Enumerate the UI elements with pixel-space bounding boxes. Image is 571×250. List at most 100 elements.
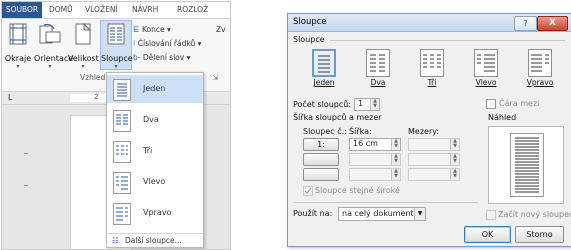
- more-columns-icon: ☷: [112, 236, 119, 245]
- apply-to-label: Použít na:: [293, 209, 333, 218]
- ruler-number: 2: [94, 93, 99, 101]
- spin-arrows-icon[interactable]: ▲ ▼: [391, 139, 400, 150]
- width-field-row-1[interactable]: 16 cm ▲ ▼: [349, 138, 401, 151]
- spacing-field-row-3: ▲ ▼: [408, 168, 460, 181]
- preset-label: Vlevo: [475, 78, 497, 87]
- chevron-down-icon: ▾: [81, 63, 85, 70]
- dialog-title: Sloupce: [293, 17, 327, 27]
- tab-stop-selector[interactable]: L: [8, 93, 12, 102]
- equal-width-label: Sloupce stejně široké: [315, 186, 400, 195]
- margins-icon: [9, 23, 27, 45]
- more-columns-item[interactable]: ☷ Další sloupce...: [107, 233, 203, 248]
- close-button[interactable]: X: [537, 16, 568, 31]
- columns-option-three[interactable]: Tři: [107, 137, 203, 165]
- columns-option-two[interactable]: Dva: [107, 106, 203, 134]
- width-header: Šířka:: [349, 127, 372, 136]
- checkmark-icon: [304, 187, 312, 194]
- two-columns-icon: [366, 49, 390, 77]
- separator: [293, 202, 478, 203]
- apply-to-select[interactable]: na celý dokument ▼: [338, 207, 426, 221]
- width-spacing-label: Šířka sloupců a mezer: [293, 113, 382, 122]
- column-count-value: 1: [358, 99, 364, 108]
- preset-left[interactable]: Vlevo: [466, 49, 506, 89]
- breaks-button[interactable]: ⋿ Konce ▾: [133, 25, 171, 34]
- preset-right[interactable]: Vpravo: [520, 49, 560, 89]
- column-count-field[interactable]: 1 ▲ ▼: [354, 98, 380, 111]
- left-column-icon: [113, 172, 131, 194]
- one-column-icon: [113, 79, 131, 101]
- ribbon-tab-bar: SOUBOR DOMŮ VLOŽENÍ NÁVRH ROZLOŽ: [2, 2, 230, 19]
- spin-arrows-icon: ▲ ▼: [450, 139, 459, 150]
- hyphenation-button[interactable]: b‑ Dělení slov ▾: [133, 53, 190, 62]
- start-new-column-label: Začít nový sloupec: [498, 210, 571, 219]
- start-new-column-checkbox: [486, 210, 496, 220]
- orientation-icon: [39, 24, 61, 44]
- tab-design[interactable]: NÁVRH: [132, 5, 158, 14]
- columns-option-label: Jeden: [143, 84, 166, 93]
- columns-option-right[interactable]: Vpravo: [107, 199, 203, 227]
- preset-two[interactable]: Dva: [358, 49, 398, 89]
- spacing-field-row-1: ▲ ▼: [408, 138, 460, 151]
- ok-button[interactable]: OK: [464, 226, 511, 243]
- spacing-field-row-2: ▲ ▼: [408, 153, 460, 166]
- columns-option-one[interactable]: Jeden: [107, 75, 203, 103]
- columns-option-label: Dva: [143, 115, 159, 124]
- preview-label: Náhled: [488, 113, 517, 122]
- preset-one[interactable]: Jeden: [304, 49, 344, 89]
- preset-label: Tři: [427, 78, 437, 87]
- chevron-down-icon: ▾: [16, 63, 20, 70]
- spin-arrows-icon: ▲ ▼: [450, 169, 459, 180]
- columns-option-label: Vlevo: [143, 177, 166, 186]
- width-field-row-2: ▲ ▼: [349, 153, 401, 166]
- margins-label: Okraje: [4, 54, 32, 63]
- breaks-label: Konce ▾: [141, 25, 171, 34]
- dialog-titlebar: Sloupce ? X: [288, 14, 571, 32]
- partial-group-label: Zv: [216, 25, 226, 34]
- one-column-icon: [312, 49, 336, 77]
- preview-lines: [515, 137, 539, 193]
- spin-arrows-icon: ▲ ▼: [391, 169, 400, 180]
- preset-label: Dva: [370, 78, 386, 87]
- chevron-down-icon[interactable]: ▼: [414, 208, 425, 220]
- line-numbers-label: Číslování řádků ▾: [137, 39, 202, 48]
- word-window: SOUBOR DOMŮ VLOŽENÍ NÁVRH ROZLOŽ Okraje …: [1, 1, 231, 250]
- left-column-icon: [474, 49, 498, 77]
- column-number-row-2: [303, 153, 339, 166]
- help-button[interactable]: ?: [514, 16, 537, 31]
- preset-three[interactable]: Tři: [412, 49, 452, 89]
- preset-label: Jeden: [313, 78, 335, 87]
- dialog-launcher-icon[interactable]: ⇲: [212, 73, 218, 82]
- size-button[interactable]: Velikost ▾: [68, 21, 99, 70]
- line-numbers-icon: ⁝: [133, 39, 136, 48]
- chevron-down-icon: ▾: [114, 63, 118, 70]
- tab-insert[interactable]: VLOŽENÍ: [85, 5, 118, 14]
- column-count-label: Počet sloupců:: [293, 100, 352, 109]
- three-columns-icon: [113, 141, 131, 163]
- width-value-row-1: 16 cm: [353, 139, 378, 148]
- orientation-button[interactable]: Orientace ▾: [34, 21, 74, 70]
- line-numbers-button[interactable]: ⁝ Číslování řádků ▾: [133, 39, 201, 48]
- spin-arrows-icon[interactable]: ▲ ▼: [370, 99, 379, 110]
- orientation-label: Orientace: [34, 54, 74, 63]
- columns-button[interactable]: Sloupce ▾: [100, 20, 133, 70]
- column-number-header: Sloupec č.:: [303, 127, 347, 136]
- tab-home[interactable]: DOMŮ: [49, 5, 73, 14]
- line-between-checkbox[interactable]: [486, 99, 496, 109]
- columns-option-left[interactable]: Vlevo: [107, 168, 203, 196]
- tab-file[interactable]: SOUBOR: [2, 2, 42, 18]
- vertical-ruler-tick: [24, 185, 28, 186]
- chevron-down-icon: ▾: [48, 63, 52, 70]
- page-size-icon: [75, 22, 92, 45]
- columns-label: Sloupce: [101, 54, 133, 63]
- columns-option-label: Vpravo: [143, 208, 172, 217]
- preview-box: [488, 126, 564, 204]
- hyphenation-label: Dělení slov ▾: [142, 53, 191, 62]
- tab-layout[interactable]: ROZLOŽ: [177, 5, 208, 14]
- more-columns-label: Další sloupce...: [125, 236, 182, 245]
- columns-dropdown: Jeden Dva Tři Vlevo Vpravo ☷ Další sloup…: [106, 72, 204, 248]
- spin-arrows-icon: ▲ ▼: [450, 154, 459, 165]
- breaks-icon: ⋿: [133, 25, 140, 34]
- margins-button[interactable]: Okraje ▾: [4, 21, 32, 70]
- cancel-button[interactable]: Storno: [515, 226, 564, 243]
- preset-label: Vpravo: [526, 78, 554, 87]
